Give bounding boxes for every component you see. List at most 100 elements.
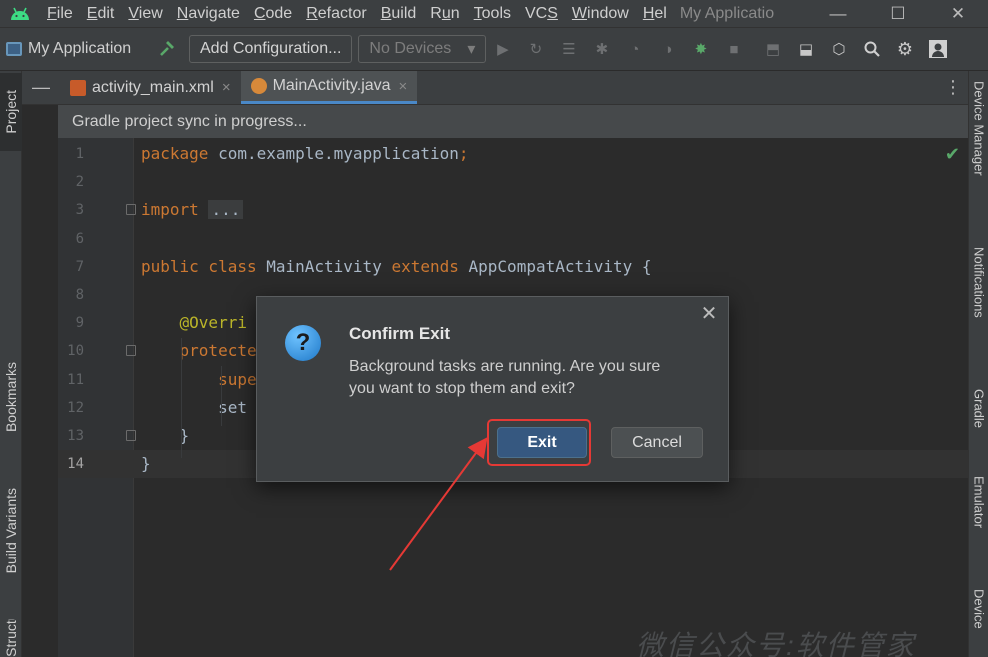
- confirm-exit-dialog: ✕ ? Confirm Exit Background tasks are ru…: [256, 296, 729, 482]
- keyword-token: ;: [458, 144, 469, 163]
- code-text: import ...: [141, 196, 244, 224]
- tab-bookmarks-tool[interactable]: Bookmarks: [0, 346, 22, 448]
- fold-marker-icon[interactable]: [126, 204, 136, 216]
- menu-refactor[interactable]: Refactor: [299, 0, 373, 27]
- menu-view[interactable]: View: [121, 0, 169, 27]
- menu-mnemonic: N: [176, 5, 189, 22]
- tab-main-activity-java[interactable]: MainActivity.java ×: [240, 71, 418, 104]
- menu-tools[interactable]: Tools: [467, 0, 518, 27]
- menu-label-rest: ile: [56, 5, 73, 22]
- inspection-ok-icon[interactable]: ✔: [945, 144, 960, 165]
- maximize-button[interactable]: ☐: [868, 0, 928, 27]
- left-tool-strip: Project Bookmarks Build Variants Structu…: [0, 71, 22, 657]
- gradle-tool-label: Gradle: [971, 389, 987, 429]
- gear-icon[interactable]: ⚙: [888, 35, 921, 63]
- more-vertical-icon[interactable]: ⋮: [938, 71, 968, 104]
- menu-code[interactable]: Code: [247, 0, 299, 27]
- menu-run[interactable]: Run: [423, 0, 466, 27]
- apply-code-changes-icon[interactable]: ☰: [552, 35, 585, 63]
- line-number: 12: [67, 399, 84, 416]
- keyword-token: protecte: [141, 341, 257, 361]
- attach-debugger-icon[interactable]: ◑: [651, 35, 684, 63]
- menu-label-rest: ools: [481, 5, 511, 22]
- close-tab-icon[interactable]: ×: [399, 78, 408, 95]
- menu-label-pre: R: [430, 5, 442, 22]
- android-studio-logo-icon: [0, 0, 40, 27]
- code-text: }: [141, 450, 151, 478]
- tab-device-manager-tool[interactable]: Device Manager: [969, 81, 988, 231]
- menu-vcs[interactable]: VCS: [518, 0, 565, 27]
- editor-tab-bar: — activity_main.xml × MainActivity.java …: [22, 71, 968, 105]
- collapse-icon[interactable]: —: [22, 71, 60, 104]
- menu-label-rest: efactor: [317, 5, 367, 22]
- tab-structure-tool[interactable]: Structure: [0, 619, 22, 657]
- project-breadcrumb[interactable]: My Application: [0, 40, 150, 58]
- code-line[interactable]: 1 package com.example.myapplication;: [58, 140, 968, 168]
- tab-device-explorer-tool[interactable]: Device: [969, 589, 988, 657]
- close-window-button[interactable]: ✕: [928, 0, 988, 27]
- profile-icon[interactable]: ◔: [618, 35, 651, 63]
- menu-hel[interactable]: Hel: [636, 0, 674, 27]
- menu-label-rest: avigate: [188, 5, 240, 22]
- build-hammer-icon[interactable]: [150, 35, 183, 63]
- menu-label-rest: ode: [265, 5, 293, 22]
- menu-label-pre: VC: [525, 5, 548, 22]
- apply-changes-icon[interactable]: ↻: [519, 35, 552, 63]
- keyword-token: extends: [391, 256, 459, 276]
- chevron-down-icon: ▾: [467, 41, 476, 58]
- code-token: set: [141, 397, 247, 417]
- menu-label-rest: iew: [138, 5, 163, 22]
- menu-mnemonic: H: [642, 5, 655, 22]
- line-number: 8: [75, 287, 84, 303]
- menu-edit[interactable]: Edit: [80, 0, 122, 27]
- device-manager-icon[interactable]: ⬒: [756, 35, 789, 63]
- cancel-button[interactable]: Cancel: [611, 427, 703, 458]
- line-number: 11: [67, 371, 84, 388]
- search-icon[interactable]: [855, 35, 888, 63]
- code-line[interactable]: 7 public class MainActivity extends AppCo…: [58, 253, 968, 281]
- run-icon[interactable]: ▶: [486, 35, 519, 63]
- menu-build[interactable]: Build: [374, 0, 424, 27]
- menu-file[interactable]: File: [40, 0, 80, 27]
- watermark-text: 微信公众号:软件管家: [636, 630, 916, 657]
- stop-icon[interactable]: ■: [717, 35, 750, 63]
- menu-label-rest: uild: [391, 5, 417, 22]
- device-selector-label: No Devices: [369, 40, 452, 57]
- exit-button[interactable]: Exit: [497, 427, 587, 458]
- add-configuration-button[interactable]: Add Configuration...: [189, 35, 353, 63]
- code-line[interactable]: 2: [58, 168, 968, 196]
- code-text: protecte: [141, 337, 257, 365]
- close-icon[interactable]: ✕: [699, 304, 719, 324]
- tab-activity-main-xml[interactable]: activity_main.xml ×: [60, 71, 241, 104]
- fold-marker-icon[interactable]: [126, 430, 136, 441]
- code-token: MainActivity: [256, 256, 392, 276]
- keyword-token: supe: [141, 369, 257, 389]
- close-tab-icon[interactable]: ×: [222, 79, 231, 96]
- menu-window[interactable]: Window: [565, 0, 636, 27]
- tab-notifications-tool[interactable]: Notifications: [969, 247, 988, 362]
- user-avatar-icon[interactable]: [921, 35, 954, 63]
- code-line[interactable]: 6: [58, 225, 968, 253]
- project-structure-icon[interactable]: ⬡: [822, 35, 855, 63]
- code-line[interactable]: 3 import ...: [58, 196, 968, 224]
- bookmarks-tool-label: Bookmarks: [3, 361, 19, 433]
- code-text: public class MainActivity extends AppCom…: [141, 253, 652, 281]
- dialog-message: Background tasks are running. Are you su…: [349, 358, 661, 397]
- sync-gradle-icon[interactable]: ✸: [684, 35, 717, 63]
- code-text: package com.example.myapplication;: [141, 140, 469, 168]
- device-manager-tool-label: Device Manager: [971, 81, 987, 176]
- fold-marker-icon[interactable]: [126, 345, 136, 357]
- tab-emulator-tool[interactable]: Emulator: [969, 476, 988, 566]
- line-number: 3: [75, 202, 84, 219]
- code-text: @Overri: [141, 309, 247, 337]
- tab-project-tool[interactable]: Project: [0, 73, 22, 151]
- menu-label-rest: indow: [587, 5, 629, 22]
- sdk-manager-icon[interactable]: ⬓: [789, 35, 822, 63]
- minimize-button[interactable]: —: [808, 0, 868, 27]
- tab-gradle-tool[interactable]: Gradle: [969, 389, 988, 455]
- debug-icon[interactable]: ✱: [585, 35, 618, 63]
- menu-navigate[interactable]: Navigate: [170, 0, 247, 27]
- device-selector[interactable]: No Devices ▾: [358, 35, 487, 63]
- tab-build-variants-tool[interactable]: Build Variants: [0, 469, 22, 593]
